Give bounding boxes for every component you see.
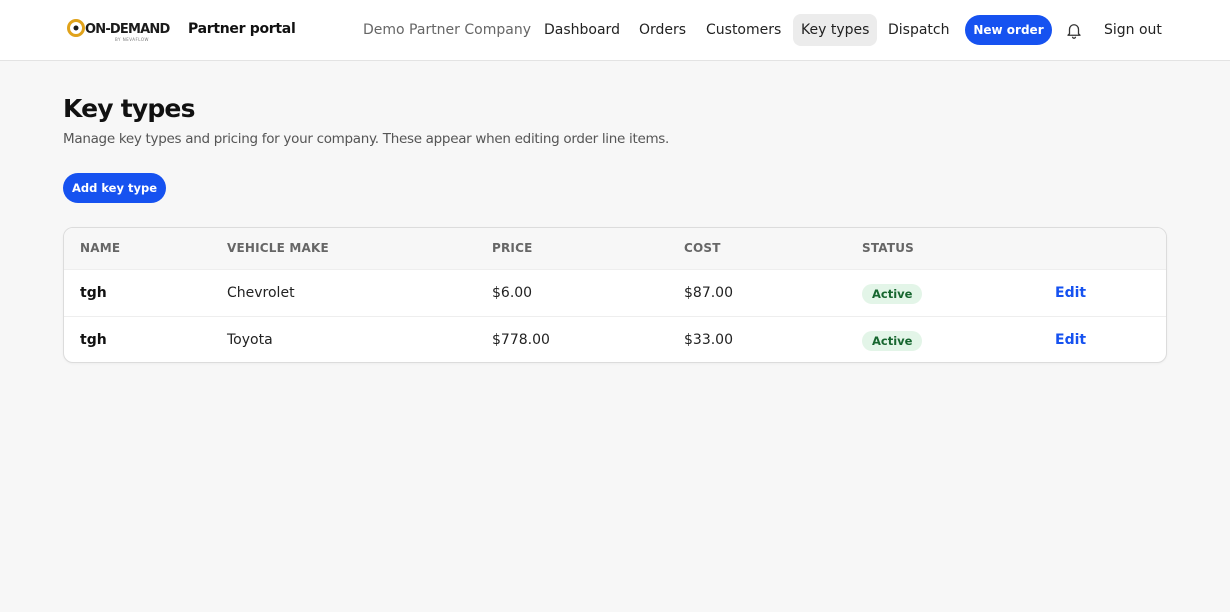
column-header-status: STATUS	[862, 241, 915, 255]
cell-name: tgh	[80, 332, 107, 348]
cell-name: tgh	[80, 285, 107, 301]
edit-link[interactable]: Edit	[1055, 270, 1086, 317]
top-navigation-bar: ON-DEMAND BY NEVAFLOW Partner portal Dem…	[0, 0, 1230, 61]
cell-cost: $33.00	[684, 332, 733, 348]
nav-orders[interactable]: Orders	[639, 14, 686, 46]
table-row: tgh Chevrolet $6.00 $87.00 Active Edit	[64, 269, 1166, 316]
table-row: tgh Toyota $778.00 $33.00 Active Edit	[64, 316, 1166, 362]
nav-customers[interactable]: Customers	[706, 14, 781, 46]
cell-price: $778.00	[492, 332, 550, 348]
cell-vehicle-make: Chevrolet	[227, 285, 295, 301]
page-subtitle: Manage key types and pricing for your co…	[63, 131, 670, 147]
new-order-button[interactable]: New order	[965, 15, 1052, 45]
add-key-type-button[interactable]: Add key type	[63, 173, 166, 203]
edit-link[interactable]: Edit	[1055, 317, 1086, 362]
column-header-name: NAME	[80, 241, 121, 255]
column-header-cost: COST	[684, 241, 721, 255]
cell-cost: $87.00	[684, 285, 733, 301]
nav-dispatch[interactable]: Dispatch	[888, 14, 950, 46]
page-title: Key types	[63, 94, 195, 123]
status-badge: Active	[862, 284, 923, 304]
nav-key-types[interactable]: Key types	[793, 14, 878, 46]
cell-price: $6.00	[492, 285, 533, 301]
table-header: NAME VEHICLE MAKE PRICE COST STATUS	[64, 228, 1166, 269]
sign-out-link[interactable]: Sign out	[1104, 14, 1162, 46]
cell-vehicle-make: Toyota	[227, 332, 273, 348]
bell-icon[interactable]	[1065, 21, 1083, 39]
column-header-price: PRICE	[492, 241, 533, 255]
key-types-table: NAME VEHICLE MAKE PRICE COST STATUS tgh …	[63, 227, 1167, 363]
nav-dashboard[interactable]: Dashboard	[544, 14, 620, 46]
status-badge: Active	[862, 331, 923, 351]
company-switcher[interactable]: Demo Partner Company	[363, 14, 531, 46]
column-header-vehicle-make: VEHICLE MAKE	[227, 241, 329, 255]
